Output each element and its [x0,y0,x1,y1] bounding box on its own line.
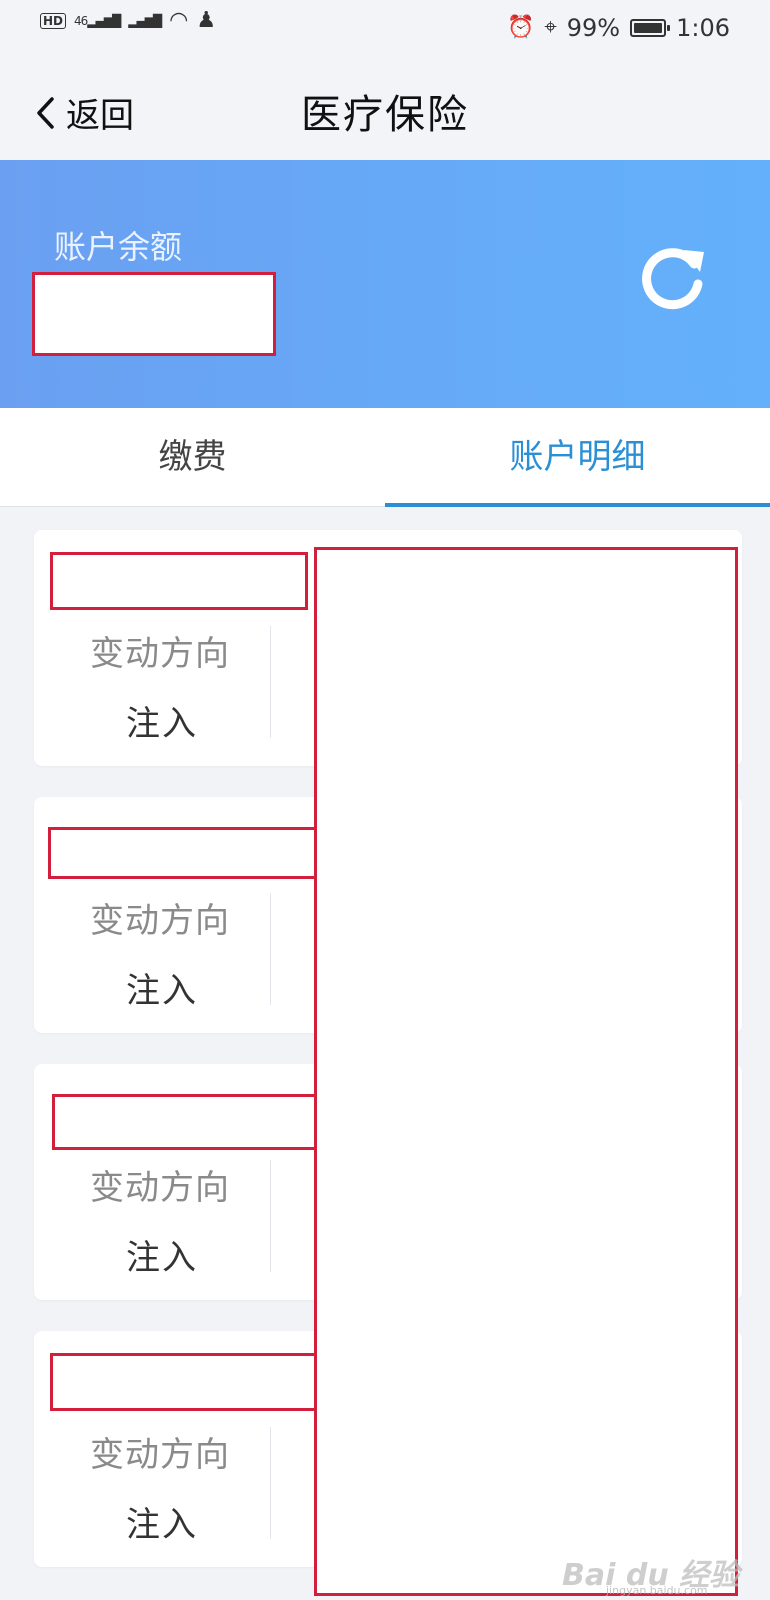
divider [270,1160,271,1272]
status-left: HD 46▂▄▆█ ▂▄▆█ ◠ ♟ [40,10,216,32]
direction-label: 变动方向 [90,634,230,674]
battery-percent: 99% [566,14,621,42]
signal-icon: 46▂▄▆█ [74,14,121,28]
divider [270,893,271,1005]
balance-label: 账户余额 [54,228,183,266]
divider [270,1427,271,1539]
record-title-redacted [50,1353,332,1411]
tab-bar: 缴费 账户明细 [0,408,770,507]
status-bar: HD 46▂▄▆█ ▂▄▆█ ◠ ♟ ⏰ ⌖ 99% 1:06 [0,0,770,60]
status-right: ⏰ ⌖ 99% 1:06 [507,14,730,42]
balance-banner: 账户余额 [0,160,770,408]
details-redacted [314,547,738,1596]
direction-value: 注入 [126,1238,198,1278]
alarm-icon: ⏰ [506,15,535,40]
tab-payment[interactable]: 缴费 [0,408,385,506]
signal-2-icon: ▂▄▆█ [128,14,162,28]
direction-value: 注入 [126,1505,198,1545]
wifi-icon: ◠ [169,8,189,33]
direction-value: 注入 [126,704,198,744]
location-icon: ⌖ [544,15,557,40]
watermark-url: jingyan.baidu.com [606,1584,708,1597]
active-tab-indicator [385,503,770,507]
direction-label: 变动方向 [90,901,230,941]
refresh-icon[interactable] [636,240,712,316]
direction-value: 注入 [126,971,198,1011]
record-title-redacted [50,552,308,610]
page-title: 医疗保险 [301,92,469,138]
clock: 1:06 [676,14,730,42]
record-title-redacted [48,827,324,879]
qq-icon: ♟ [196,8,217,33]
battery-icon [630,19,671,37]
divider [270,626,271,738]
record-title-redacted [52,1094,332,1150]
balance-value-redacted [32,272,276,356]
hd-icon: HD [40,13,67,29]
direction-label: 变动方向 [90,1168,230,1208]
nav-bar: 返回 医疗保险 [0,60,770,160]
tab-account-details[interactable]: 账户明细 [385,408,770,506]
direction-label: 变动方向 [90,1435,230,1475]
